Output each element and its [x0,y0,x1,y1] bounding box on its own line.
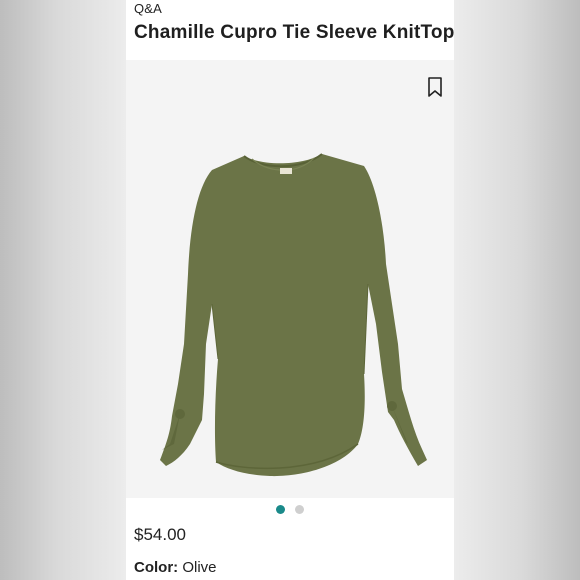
product-title: Chamille Cupro Tie Sleeve KnitTop [134,22,454,43]
qa-label[interactable]: Q&A [134,1,162,16]
blurred-background-right [454,0,580,580]
product-card: Q&A Chamille Cupro Tie Sleeve KnitTop $5… [126,0,454,580]
color-row: Color: Olive [134,559,217,576]
carousel-dot-1[interactable] [276,505,285,514]
blurred-background-left [0,0,126,580]
product-image-carousel[interactable] [126,60,454,498]
color-value: Olive [182,559,217,576]
bookmark-icon[interactable] [426,76,444,98]
product-price: $54.00 [134,525,186,544]
carousel-pagination [126,505,454,517]
carousel-dot-2[interactable] [295,505,304,514]
product-image [152,144,437,494]
color-label: Color: [134,559,179,576]
